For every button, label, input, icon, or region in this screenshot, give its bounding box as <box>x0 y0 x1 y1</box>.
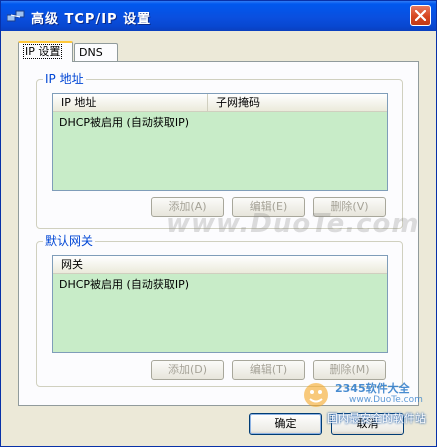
list-item[interactable]: DHCP被启用 (自动获取IP) <box>59 276 189 292</box>
tab-dns[interactable]: DNS <box>74 43 118 61</box>
network-icon <box>7 10 25 22</box>
column-header-gateway[interactable]: 网关 <box>53 256 387 274</box>
gateway-add-button[interactable]: 添加(D) <box>151 360 224 380</box>
column-header-subnet[interactable]: 子网掩码 <box>207 94 387 112</box>
ip-delete-button[interactable]: 删除(V) <box>313 197 386 217</box>
ip-group-label: IP 地址 <box>43 72 86 86</box>
dialog-body: IP 设置 DNS IP 地址 IP 地址 子网掩码 DHCP被启用 (自动获取… <box>4 31 433 445</box>
cancel-button[interactable]: 取消 <box>331 413 404 435</box>
ip-edit-button[interactable]: 编辑(E) <box>232 197 305 217</box>
title-bar[interactable]: 高级 TCP/IP 设置 <box>1 1 436 31</box>
list-item[interactable]: DHCP被启用 (自动获取IP) <box>59 114 189 130</box>
column-header-ip[interactable]: IP 地址 <box>53 94 207 112</box>
advanced-tcpip-dialog: 高级 TCP/IP 设置 IP 设置 DNS IP 地址 IP 地址 子网掩码 … <box>0 0 437 447</box>
ip-add-button[interactable]: 添加(A) <box>151 197 224 217</box>
ok-button[interactable]: 确定 <box>249 413 322 435</box>
ip-address-list[interactable]: IP 地址 子网掩码 DHCP被启用 (自动获取IP) <box>52 93 388 191</box>
gateway-delete-button[interactable]: 删除(M) <box>313 360 386 380</box>
gateway-edit-button[interactable]: 编辑(T) <box>232 360 305 380</box>
tab-ip-settings-label: IP 设置 <box>23 44 63 59</box>
gateway-group-label: 默认网关 <box>43 234 96 248</box>
close-button[interactable] <box>410 5 431 26</box>
close-icon <box>415 10 426 21</box>
tab-ip-settings[interactable]: IP 设置 <box>18 41 73 62</box>
window-title: 高级 TCP/IP 设置 <box>31 12 152 27</box>
gateway-list[interactable]: 网关 DHCP被启用 (自动获取IP) <box>52 255 388 353</box>
tab-dns-label: DNS <box>79 46 103 59</box>
